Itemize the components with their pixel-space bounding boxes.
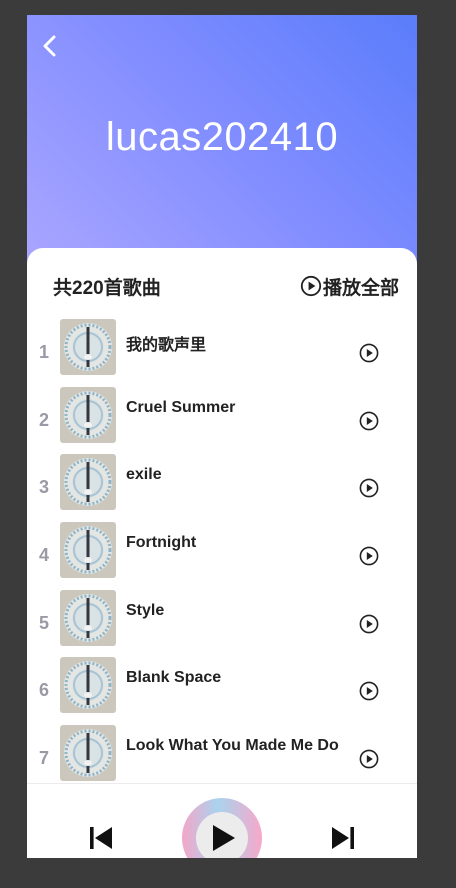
next-button[interactable] [329,824,357,852]
song-title: Fortnight [126,534,197,552]
album-cover [60,657,116,714]
play-circle-icon [359,749,379,769]
song-title: Look What You Made Me Do [126,737,339,755]
previous-button[interactable] [87,824,115,852]
chevron-left-icon [43,35,56,57]
playlist-header: lucas202410 [27,15,417,270]
album-cover [60,589,116,646]
list-header: 共220首歌曲 播放全部 [53,272,399,300]
song-row[interactable]: 5 Style [27,589,417,657]
song-index: 4 [38,545,49,566]
song-play-button[interactable] [358,545,380,567]
song-count: 共220首歌曲 [53,277,161,299]
album-cover [60,319,116,375]
song-play-button[interactable] [358,680,380,702]
play-circle-icon [359,343,379,363]
song-row[interactable]: 3 exile [27,453,417,521]
back-button[interactable] [37,33,63,59]
play-circle-icon [359,682,379,701]
album-art-icon [60,319,116,375]
song-title: Blank Space [126,669,222,687]
play-circle-icon [300,275,322,297]
song-title: Cruel Summer [126,398,236,416]
album-cover [60,522,116,579]
play-all-button[interactable]: 播放全部 [300,273,399,300]
song-row[interactable]: 2 Cruel Summer [27,386,417,454]
song-index: 2 [38,409,49,430]
song-list: 1 我的歌声里 2 Cruel Summer 3 exile 4 Fortnig… [27,318,417,792]
song-row[interactable]: 6 Blank Space [27,656,417,724]
song-row[interactable]: 4 Fortnight [27,521,417,589]
album-art-icon [60,454,116,511]
song-index: 6 [38,680,49,701]
album-cover [60,725,116,782]
album-art-icon [60,725,116,782]
playlist-title: lucas202410 [105,115,339,159]
song-index: 7 [38,748,49,769]
song-title: exile [126,466,162,484]
play-all-label: 播放全部 [322,277,399,299]
player-bar [27,783,417,858]
song-play-button[interactable] [358,613,380,635]
play-circle-icon [359,614,379,634]
song-row[interactable]: 7 Look What You Made Me Do [27,724,417,792]
album-cover [60,454,116,511]
album-art-icon [60,522,116,579]
play-circle-icon [359,411,379,431]
song-title: Style [126,601,165,619]
song-play-button[interactable] [358,748,380,770]
album-art-icon [60,386,116,443]
song-title: 我的歌声里 [126,337,207,354]
now-playing-disc[interactable] [182,798,262,858]
song-index: 5 [38,612,49,633]
song-play-button[interactable] [358,342,380,364]
play-circle-icon [359,478,379,498]
album-cover [60,386,116,443]
song-row[interactable]: 1 我的歌声里 [27,318,417,386]
song-index: 1 [38,342,49,362]
song-list-panel: 共220首歌曲 播放全部 1 我的歌声里 2 Cruel Summer 3 ex… [27,248,417,858]
song-index: 3 [38,477,49,498]
song-play-button[interactable] [358,477,380,499]
app-screen: lucas202410 共220首歌曲 播放全部 1 我的歌声里 2 Cruel… [27,15,417,858]
skip-next-icon [332,827,354,849]
song-play-button[interactable] [358,410,380,432]
skip-previous-icon [90,827,112,849]
play-icon [213,825,235,851]
album-art-icon [60,657,116,714]
play-circle-icon [359,546,379,566]
album-art-icon [60,589,116,646]
